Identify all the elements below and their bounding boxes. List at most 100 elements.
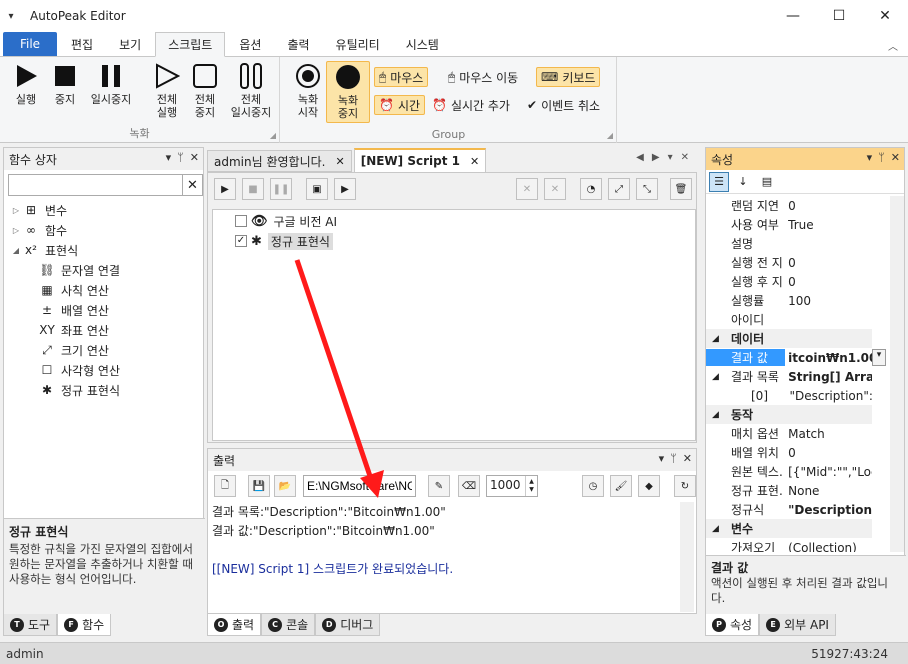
tree-item[interactable]: ▦ 사칙 연산: [4, 280, 205, 300]
tree-item[interactable]: ◢ x² 표현식: [4, 240, 205, 260]
spin-up-icon[interactable]: ▲: [529, 478, 534, 486]
tab-view[interactable]: 보기: [107, 32, 153, 56]
script-line[interactable]: 👁 구글 비전 AI: [235, 212, 337, 230]
tab-console[interactable]: C 콘솔: [261, 614, 316, 636]
script-line[interactable]: ✓ ✱ 정규 표현식: [235, 232, 333, 250]
tab-script-1[interactable]: [NEW] Script 1 ✕: [353, 148, 487, 172]
tab-debug[interactable]: D 디버그: [315, 614, 381, 636]
property-row[interactable]: ◢결과 목록String[] Array: [706, 367, 872, 386]
tree-item[interactable]: ☐ 사각형 연산: [4, 360, 205, 380]
scroll-right-icon[interactable]: ▶: [652, 152, 660, 163]
refresh-button[interactable]: ↻: [674, 475, 696, 497]
property-row[interactable]: 매치 옵션 Match: [706, 424, 872, 443]
function-search-input[interactable]: [8, 174, 202, 196]
property-row[interactable]: 원본 텍스.[{"Mid":"","Local: [706, 462, 872, 481]
dropdown-icon[interactable]: ▾: [867, 151, 873, 164]
stop-button[interactable]: 중지: [43, 61, 87, 106]
timestamp-button[interactable]: ◷: [582, 475, 604, 497]
stop-script-button[interactable]: ■: [242, 178, 264, 200]
record-start-button[interactable]: 녹화 시작: [286, 61, 330, 119]
minimize-button[interactable]: —: [770, 0, 816, 32]
system-menu-icon[interactable]: ▾: [0, 11, 22, 22]
clean-button[interactable]: ✎: [428, 475, 450, 497]
property-row[interactable]: 랜덤 지연 0: [706, 196, 872, 215]
property-row[interactable]: 배열 위치 0: [706, 443, 872, 462]
categorized-view-button[interactable]: ☰: [709, 171, 729, 192]
expander-icon[interactable]: ◢: [712, 410, 719, 420]
dropdown-icon[interactable]: ▾: [166, 151, 172, 164]
tree-item[interactable]: ✱ 정규 표현식: [4, 380, 205, 400]
dropdown-icon[interactable]: ▾: [872, 349, 886, 366]
output-path-input[interactable]: [303, 475, 416, 497]
fill-button[interactable]: ◆: [638, 475, 660, 497]
expander-icon[interactable]: ◢: [712, 524, 719, 534]
trash-button[interactable]: 🗑: [670, 178, 692, 200]
group-launcher-icon[interactable]: ◢: [607, 131, 613, 140]
event-cancel-button[interactable]: ✔ 이벤트 취소: [523, 95, 604, 115]
tab-options[interactable]: 옵션: [227, 32, 273, 56]
group-launcher-icon[interactable]: ◢: [270, 131, 276, 140]
pin-icon[interactable]: ᛘ: [177, 151, 184, 164]
property-pages-button[interactable]: ▤: [757, 172, 777, 192]
tab-welcome[interactable]: admin님 환영합니다. ✕: [207, 150, 352, 172]
property-row[interactable]: 가져오기 (Collection): [706, 538, 872, 553]
new-file-button[interactable]: 🗋: [214, 475, 236, 497]
tab-properties[interactable]: P 속성: [705, 614, 760, 636]
expander-icon[interactable]: ▷: [10, 226, 22, 235]
brush-button[interactable]: 🖌: [610, 475, 632, 497]
property-row[interactable]: 실행 전 지0: [706, 253, 872, 272]
tab-output-log[interactable]: O 출력: [207, 614, 262, 636]
property-row[interactable]: 정규식"Description":"([: [706, 500, 872, 519]
tab-functions[interactable]: F 함수: [57, 614, 112, 636]
property-row[interactable]: [0]"Description":"Bitc: [706, 386, 872, 405]
realtime-add-button[interactable]: ⏰ 실시간 추가: [428, 95, 514, 115]
close-tab-icon[interactable]: ✕: [335, 155, 344, 168]
dropdown-icon[interactable]: ▾: [659, 452, 665, 465]
output-scrollbar[interactable]: [680, 502, 694, 612]
collapse-button[interactable]: ⤡: [636, 178, 658, 200]
tree-item[interactable]: ▷ ⊞ 변수: [4, 200, 205, 220]
tab-external-api[interactable]: E 외부 API: [759, 614, 836, 636]
time-toggle[interactable]: ⏰ 시간: [374, 95, 426, 115]
property-row[interactable]: 결과 값itcoin₩n1.00"▾: [706, 348, 886, 367]
step-button[interactable]: ▣: [306, 178, 328, 200]
delete-all-button[interactable]: ✕: [544, 178, 566, 200]
timer-button[interactable]: ◔: [580, 178, 602, 200]
tree-item[interactable]: ▷ ∞ 함수: [4, 220, 205, 240]
eraser-button[interactable]: ⌫: [458, 475, 480, 497]
tab-list-icon[interactable]: ▾: [668, 152, 673, 163]
mouse-move-toggle[interactable]: 🖱 마우스 이동: [444, 67, 522, 87]
property-row[interactable]: 아이디: [706, 310, 872, 329]
save-button[interactable]: 💾: [248, 475, 270, 497]
alphabetical-view-button[interactable]: ↓: [733, 172, 753, 192]
stop-all-button[interactable]: 전체 중지: [183, 61, 227, 119]
tree-item[interactable]: ⛓ 문자열 연결: [4, 260, 205, 280]
close-icon[interactable]: ✕: [190, 151, 199, 164]
tab-script[interactable]: 스크립트: [155, 32, 226, 57]
keyboard-toggle[interactable]: ⌨ 키보드: [536, 67, 601, 87]
property-row[interactable]: 실행 후 지0: [706, 272, 872, 291]
pause-all-button[interactable]: 전체 일시중지: [225, 61, 277, 119]
tab-utility[interactable]: 유틸리티: [324, 32, 392, 56]
scroll-left-icon[interactable]: ◀: [636, 152, 644, 163]
property-row[interactable]: 사용 여부 True: [706, 215, 872, 234]
pause-script-button[interactable]: ❚❚: [270, 178, 292, 200]
expander-icon[interactable]: ◢: [712, 372, 719, 382]
tab-file[interactable]: File: [3, 32, 57, 56]
property-category[interactable]: ◢ 데이터: [706, 329, 872, 348]
expander-icon[interactable]: ◢: [712, 334, 719, 344]
close-button[interactable]: ✕: [862, 0, 908, 32]
close-icon[interactable]: ✕: [681, 152, 689, 163]
tree-item[interactable]: ⤢ 크기 연산: [4, 340, 205, 360]
property-category[interactable]: ◢ 동작: [706, 405, 872, 424]
mouse-toggle[interactable]: 🖱 마우스: [374, 67, 429, 87]
search-clear-button[interactable]: ✕: [182, 174, 203, 196]
tab-system[interactable]: 시스템: [394, 32, 451, 56]
close-icon[interactable]: ✕: [891, 151, 900, 164]
pin-icon[interactable]: ᛘ: [670, 452, 677, 465]
expander-icon[interactable]: ▷: [10, 206, 22, 215]
property-row[interactable]: 설명: [706, 234, 872, 253]
close-tab-icon[interactable]: ✕: [470, 155, 479, 168]
property-row[interactable]: 실행률 100: [706, 291, 872, 310]
close-icon[interactable]: ✕: [683, 452, 692, 465]
